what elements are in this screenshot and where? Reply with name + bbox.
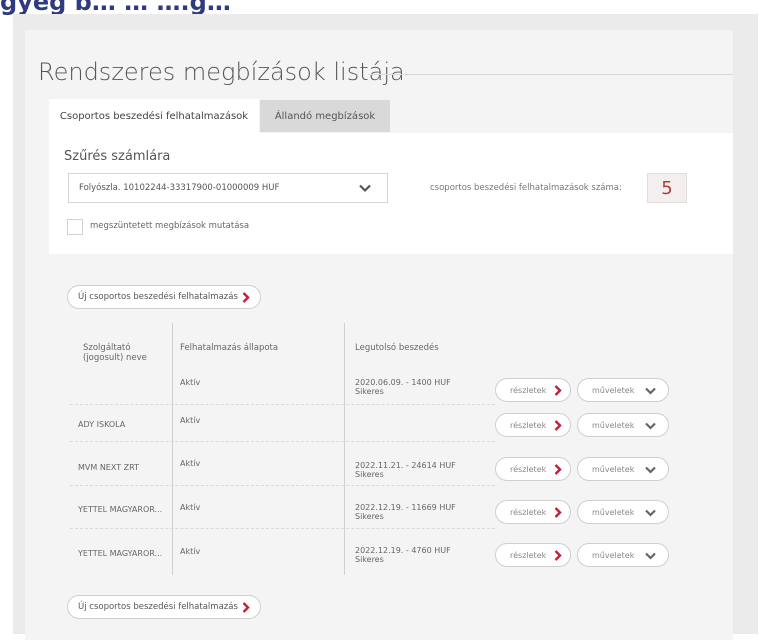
row-last-collection: 2022.11.21. - 24614 HUF [355,461,456,470]
actions-label: műveletek [592,385,635,395]
chevron-down-icon [645,387,656,397]
row-result: Sikeres [355,387,384,396]
new-direct-debit-button-top[interactable]: Új csoportos beszedési felhatalmazás [67,285,261,309]
row-status: Aktív [180,378,201,387]
row-status: Aktív [180,459,201,468]
page-title: Rendszeres megbízások listája [38,58,405,86]
column-divider [344,323,345,575]
row-provider: YETTEL MAGYAROR... [78,549,163,558]
chevron-right-icon [554,507,562,520]
chevron-right-icon [554,464,562,477]
details-label: részletek [510,420,547,430]
details-button[interactable]: részletek [495,378,571,402]
show-terminated-checkbox[interactable] [67,219,83,235]
actions-label: műveletek [592,420,635,430]
row-last-collection: 2022.12.19. - 11669 HUF [355,503,456,512]
actions-dropdown[interactable]: műveletek [577,378,669,402]
row-result: Sikeres [355,555,384,564]
details-button[interactable]: részletek [495,457,571,481]
chevron-down-icon [359,184,371,196]
row-status: Aktív [180,416,201,425]
row-last-collection: 2022.12.19. - 4760 HUF [355,546,451,555]
chevron-right-icon [242,291,250,303]
account-select[interactable]: Folyószla. 10102244-33317900-01000009 HU… [68,173,388,203]
show-terminated-label[interactable]: megszüntetett megbízások mutatása [90,221,249,231]
chevron-down-icon [645,466,656,476]
header-provider: Szolgáltató (jogosult) neve [83,343,147,363]
row-result: Sikeres [355,470,384,479]
row-provider: YETTEL MAGYAROR... [78,505,163,514]
details-label: részletek [510,550,547,560]
new-direct-debit-label: Új csoportos beszedési felhatalmazás [78,602,238,612]
header-status: Felhatalmazás állapota [180,343,279,353]
details-button[interactable]: részletek [495,500,571,524]
title-divider [368,74,733,75]
details-label: részletek [510,464,547,474]
column-divider [172,323,173,575]
row-status: Aktív [180,547,201,556]
chevron-down-icon [645,552,656,562]
row-last-collection: 2020.06.09. - 1400 HUF [355,378,451,387]
actions-label: műveletek [592,507,635,517]
chevron-right-icon [242,601,250,613]
tab-standing-orders[interactable]: Állandó megbízások [260,100,390,132]
row-provider: ADY ISKOLA [78,420,126,429]
actions-dropdown[interactable]: műveletek [577,500,669,524]
chevron-right-icon [554,385,562,398]
chevron-down-icon [645,509,656,519]
tab-direct-debit[interactable]: Csoportos beszedési felhatalmazások [49,99,259,133]
new-direct-debit-label: Új csoportos beszedési felhatalmazás [78,292,238,302]
count-label: csoportos beszedési felhatalmazások szám… [430,183,622,193]
chevron-right-icon [554,420,562,433]
filter-title: Szűrés számlára [64,149,171,164]
row-divider [70,404,495,405]
details-button[interactable]: részletek [495,543,571,567]
actions-dropdown[interactable]: műveletek [577,457,669,481]
row-result: Sikeres [355,512,384,521]
account-select-value: Folyószla. 10102244-33317900-01000009 HU… [79,183,280,193]
actions-label: műveletek [592,550,635,560]
count-value: 5 [647,173,687,203]
chevron-down-icon [645,422,656,432]
chevron-right-icon [554,550,562,563]
actions-dropdown[interactable]: műveletek [577,413,669,437]
actions-label: műveletek [592,464,635,474]
new-direct-debit-button-bottom[interactable]: Új csoportos beszedési felhatalmazás [67,595,261,619]
header-last-collection: Legutolsó beszedés [355,343,439,353]
row-divider [70,528,495,529]
row-divider [70,441,495,442]
details-label: részletek [510,385,547,395]
row-status: Aktív [180,503,201,512]
details-button[interactable]: részletek [495,413,571,437]
actions-dropdown[interactable]: műveletek [577,543,669,567]
row-divider [70,485,495,486]
row-provider: MVM NEXT ZRT [78,463,139,472]
details-label: részletek [510,507,547,517]
